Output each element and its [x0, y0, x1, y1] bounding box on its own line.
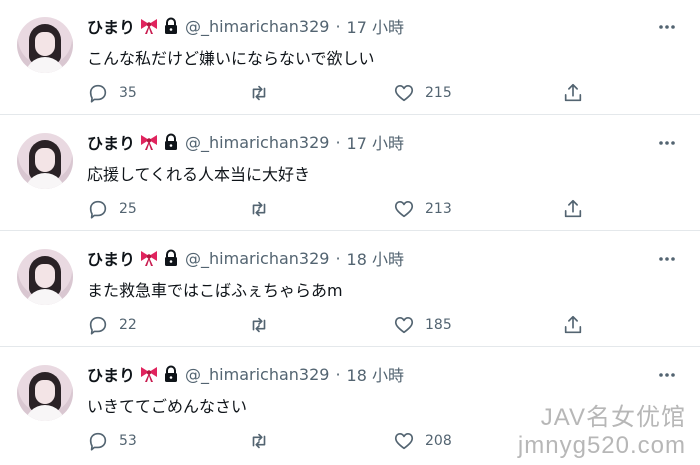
watermark-line1: JAV名女优馆 — [540, 404, 686, 431]
avatar[interactable] — [17, 17, 73, 73]
ribbon-bow-icon — [141, 367, 158, 382]
display-name[interactable]: ひまり — [87, 14, 135, 38]
tweet-header: ひまり @_himarichan329 · 18 小時 — [87, 246, 404, 270]
ribbon-bow-icon — [141, 19, 158, 34]
avatar[interactable] — [17, 133, 73, 189]
like-button[interactable]: 213 — [393, 198, 452, 220]
reply-count: 35 — [119, 85, 137, 101]
display-name[interactable]: ひまり — [87, 362, 135, 386]
timestamp[interactable]: 17 小時 — [347, 14, 404, 38]
share-button[interactable] — [562, 314, 594, 336]
separator-dot: · — [335, 16, 341, 36]
separator-dot: · — [335, 364, 341, 384]
reply-button[interactable]: 35 — [87, 82, 137, 104]
user-handle[interactable]: @_himarichan329 — [185, 249, 329, 268]
timestamp[interactable]: 18 小時 — [347, 246, 404, 270]
tweet-text: 応援してくれる人本当に大好き — [87, 165, 311, 184]
avatar[interactable] — [17, 249, 73, 305]
retweet-icon — [252, 317, 266, 333]
lock-icon — [165, 365, 178, 382]
watermark-line2: jmnyg520.com — [517, 432, 686, 459]
share-icon — [564, 315, 582, 334]
share-icon — [564, 83, 582, 102]
display-name[interactable]: ひまり — [87, 246, 135, 270]
user-handle[interactable]: @_himarichan329 — [185, 133, 329, 152]
ribbon-bow-icon — [141, 251, 158, 266]
heart-icon — [394, 433, 414, 450]
like-button[interactable]: 185 — [393, 314, 452, 336]
like-count: 185 — [425, 317, 452, 333]
like-count: 215 — [425, 85, 452, 101]
share-button[interactable] — [562, 198, 594, 220]
display-name[interactable]: ひまり — [87, 130, 135, 154]
lock-icon — [165, 249, 178, 266]
retweet-icon — [252, 433, 266, 449]
retweet-button[interactable] — [248, 198, 280, 220]
reply-count: 22 — [119, 317, 137, 333]
more-options-icon[interactable] — [656, 248, 678, 270]
heart-icon — [394, 201, 414, 218]
tweet-card[interactable]: ひまり @_himarichan329 · 17 小時 応援してくれる人本当に大… — [0, 116, 700, 231]
tweet-header: ひまり @_himarichan329 · 17 小時 — [87, 14, 404, 38]
like-count: 213 — [425, 201, 452, 217]
retweet-button[interactable] — [248, 82, 280, 104]
reply-icon — [89, 432, 107, 451]
reply-count: 53 — [119, 433, 137, 449]
user-handle[interactable]: @_himarichan329 — [185, 365, 329, 384]
timestamp[interactable]: 18 小時 — [347, 362, 404, 386]
reply-icon — [89, 200, 107, 219]
separator-dot: · — [335, 132, 341, 152]
separator-dot: · — [335, 248, 341, 268]
tweet-text: また救急車ではこばふぇちゃらあm — [87, 281, 343, 300]
like-count: 208 — [425, 433, 452, 449]
user-handle[interactable]: @_himarichan329 — [185, 17, 329, 36]
tweet-text: こんな私だけど嫌いにならないで欲しい — [87, 49, 375, 68]
lock-icon — [165, 133, 178, 150]
reply-button[interactable]: 22 — [87, 314, 137, 336]
watermark: JAV名女优馆 jmnyg520.com — [518, 404, 686, 460]
like-button[interactable]: 215 — [393, 82, 452, 104]
retweet-icon — [252, 201, 266, 217]
more-options-icon[interactable] — [656, 16, 678, 38]
retweet-button[interactable] — [248, 430, 280, 452]
heart-icon — [394, 85, 414, 102]
tweet-header: ひまり @_himarichan329 · 17 小時 — [87, 130, 404, 154]
more-options-icon[interactable] — [656, 132, 678, 154]
tweet-text: いきててごめんなさい — [87, 397, 248, 416]
tweet-card[interactable]: ひまり @_himarichan329 · 18 小時 また救急車ではこばふぇち… — [0, 232, 700, 347]
share-button[interactable] — [562, 82, 594, 104]
share-icon — [564, 199, 582, 218]
lock-icon — [165, 17, 178, 34]
tweet-header: ひまり @_himarichan329 · 18 小時 — [87, 362, 404, 386]
reply-button[interactable]: 25 — [87, 198, 137, 220]
reply-icon — [89, 84, 107, 103]
like-button[interactable]: 208 — [393, 430, 452, 452]
heart-icon — [394, 317, 414, 334]
reply-icon — [89, 316, 107, 335]
reply-count: 25 — [119, 201, 137, 217]
retweet-button[interactable] — [248, 314, 280, 336]
tweet-card[interactable]: ひまり @_himarichan329 · 17 小時 こんな私だけど嫌いになら… — [0, 0, 700, 115]
avatar[interactable] — [17, 365, 73, 421]
reply-button[interactable]: 53 — [87, 430, 137, 452]
more-options-icon[interactable] — [656, 364, 678, 386]
ribbon-bow-icon — [141, 135, 158, 150]
retweet-icon — [252, 85, 266, 101]
timestamp[interactable]: 17 小時 — [347, 130, 404, 154]
